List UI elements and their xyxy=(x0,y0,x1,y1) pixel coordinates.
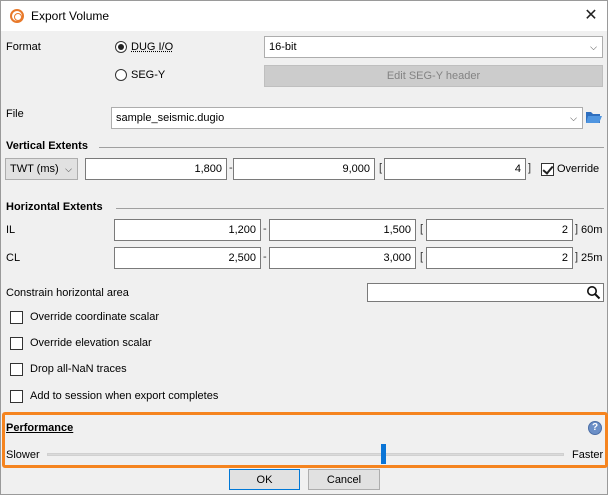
chevron-down-icon: ⌵ xyxy=(65,164,72,174)
file-select[interactable]: sample_seismic.dugio ⌵ xyxy=(111,107,583,129)
radio-segy-label[interactable]: SEG-Y xyxy=(131,69,165,81)
vertical-unit-value: TWT (ms) xyxy=(10,163,59,175)
bracket-close: ] xyxy=(528,162,532,174)
horizontal-extents-title: Horizontal Extents xyxy=(6,201,103,213)
search-icon[interactable] xyxy=(586,285,601,300)
override-elevation-scalar-label: Override elevation scalar xyxy=(30,337,152,349)
vertical-unit-select[interactable]: TWT (ms) ⌵ xyxy=(5,158,78,180)
file-label: File xyxy=(6,108,24,120)
folder-open-icon[interactable] xyxy=(585,108,603,126)
override-label: Override xyxy=(557,163,600,175)
close-icon[interactable]: ✕ xyxy=(581,6,601,26)
constrain-area-label: Constrain horizontal area xyxy=(6,287,129,299)
slower-label: Slower xyxy=(6,449,40,461)
performance-slider-track[interactable] xyxy=(47,453,564,456)
export-volume-dialog: Export Volume ✕ Format DUG I/O 16-bit ⌵ … xyxy=(0,0,608,495)
file-value: sample_seismic.dugio xyxy=(116,112,225,124)
title-bar: Export Volume ✕ xyxy=(1,1,607,31)
divider xyxy=(99,147,604,148)
cl-label: CL xyxy=(6,252,21,264)
chevron-down-icon: ⌵ xyxy=(590,42,597,52)
bracket-close: ] xyxy=(575,251,579,263)
bracket-open: [ xyxy=(420,251,424,263)
bit-depth-value: 16-bit xyxy=(269,41,297,53)
vertical-end-input[interactable]: 9,000 xyxy=(233,158,375,180)
il-end-input[interactable]: 1,500 xyxy=(269,219,416,241)
vertical-extents-title: Vertical Extents xyxy=(6,140,88,152)
app-logo-icon xyxy=(10,9,24,23)
edit-segy-header-button[interactable]: Edit SEG-Y header xyxy=(264,65,603,87)
bracket-open: [ xyxy=(420,223,424,235)
vertical-start-input[interactable]: 1,800 xyxy=(85,158,227,180)
drop-nan-traces-checkbox[interactable] xyxy=(10,363,23,376)
drop-nan-traces-label: Drop all-NaN traces xyxy=(30,363,127,375)
override-coordinate-scalar-checkbox[interactable] xyxy=(10,311,23,324)
override-coordinate-scalar-label: Override coordinate scalar xyxy=(30,311,160,323)
window-title: Export Volume xyxy=(31,9,110,23)
override-elevation-scalar-checkbox[interactable] xyxy=(10,337,23,350)
cl-step-input[interactable]: 2 xyxy=(426,247,573,269)
override-checkbox[interactable] xyxy=(541,163,554,176)
bracket-close: ] xyxy=(575,223,579,235)
il-spacing: 60m xyxy=(581,224,603,236)
performance-slider-thumb[interactable] xyxy=(381,444,387,464)
ok-button[interactable]: OK xyxy=(229,469,300,490)
cancel-button[interactable]: Cancel xyxy=(308,469,380,490)
cl-end-input[interactable]: 3,000 xyxy=(269,247,416,269)
radio-dugio-label[interactable]: DUG I/O xyxy=(131,41,173,53)
faster-label: Faster xyxy=(572,449,604,461)
il-step-input[interactable]: 2 xyxy=(426,219,573,241)
format-label: Format xyxy=(6,41,41,53)
bracket-open: [ xyxy=(379,162,383,174)
il-label: IL xyxy=(6,224,16,236)
performance-title: Performance xyxy=(6,422,74,434)
add-to-session-checkbox[interactable] xyxy=(10,390,23,403)
il-start-input[interactable]: 1,200 xyxy=(114,219,261,241)
radio-dugio[interactable] xyxy=(115,41,127,53)
cl-start-input[interactable]: 2,500 xyxy=(114,247,261,269)
add-to-session-label: Add to session when export completes xyxy=(30,390,219,402)
chevron-down-icon: ⌵ xyxy=(570,113,577,123)
help-icon[interactable]: ? xyxy=(588,421,602,435)
radio-segy[interactable] xyxy=(115,69,127,81)
cl-spacing: 25m xyxy=(581,252,603,264)
range-dash: - xyxy=(263,251,267,263)
divider xyxy=(116,208,604,209)
performance-highlight xyxy=(2,412,608,468)
vertical-step-input[interactable]: 4 xyxy=(384,158,526,180)
bit-depth-select[interactable]: 16-bit ⌵ xyxy=(264,36,603,58)
range-dash: - xyxy=(263,223,267,235)
constrain-area-search-input[interactable] xyxy=(367,283,604,302)
